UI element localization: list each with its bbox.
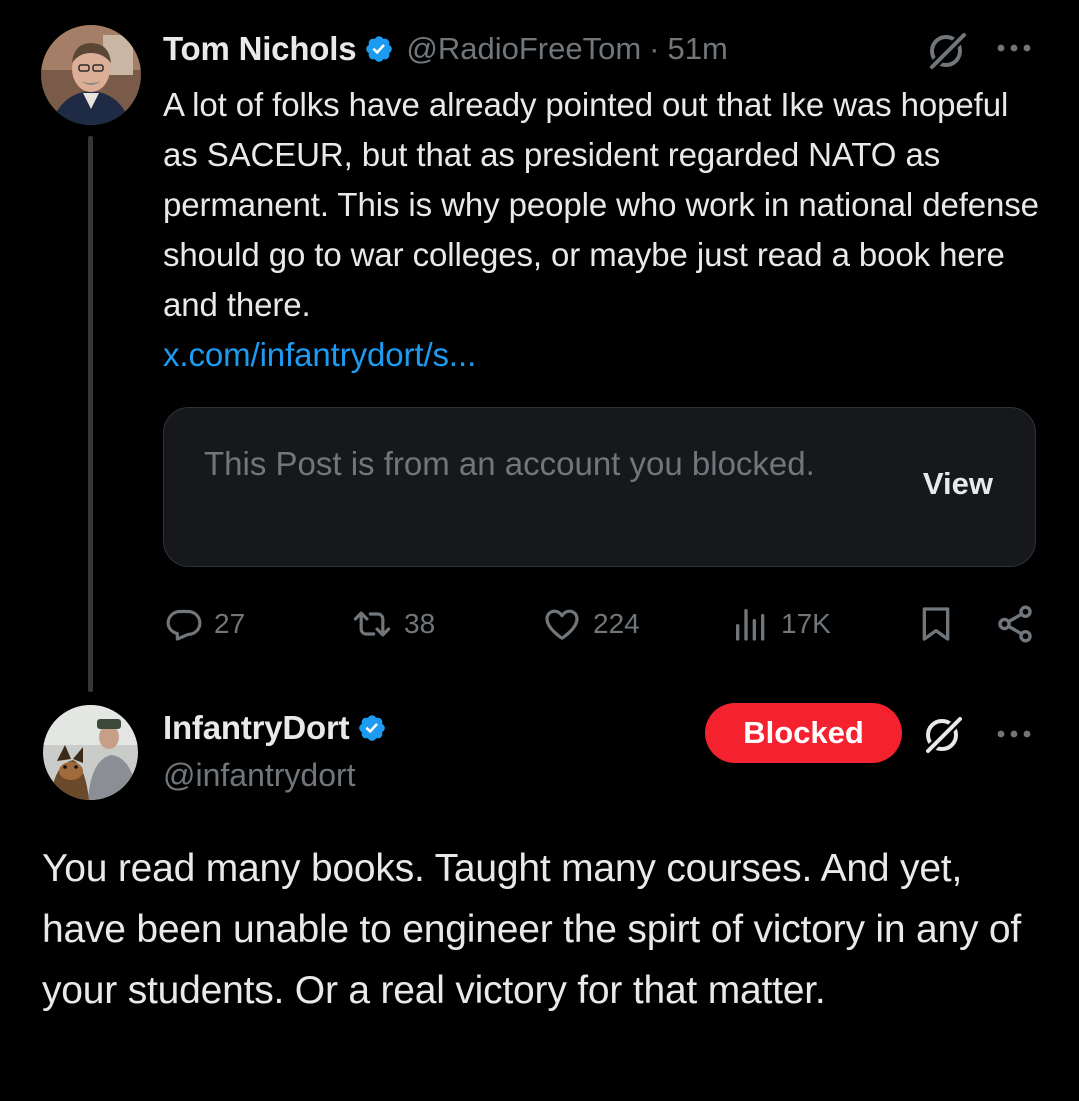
post-timestamp[interactable]: 51m xyxy=(667,31,727,67)
bookmark-icon xyxy=(916,604,956,644)
repost-count: 38 xyxy=(404,608,436,639)
post-body: A lot of folks have already pointed out … xyxy=(163,80,1043,380)
bookmark-button[interactable] xyxy=(916,600,956,648)
blocked-quote-card[interactable]: This Post is from an account you blocked… xyxy=(163,407,1036,567)
views-icon xyxy=(731,604,781,644)
like-icon xyxy=(541,604,593,644)
reply-author-avatar[interactable] xyxy=(43,705,138,800)
repost-button[interactable]: 38 xyxy=(350,600,435,648)
post-link[interactable]: x.com/infantrydort/s... xyxy=(163,330,1043,380)
repost-icon xyxy=(350,604,404,644)
grok-icon[interactable] xyxy=(922,714,964,756)
verified-badge-icon xyxy=(357,713,387,743)
more-options-icon[interactable] xyxy=(996,726,1032,742)
author-avatar[interactable] xyxy=(41,25,141,125)
time-separator: · xyxy=(649,31,660,66)
reply-button[interactable]: 27 xyxy=(164,600,245,648)
post-header: Tom Nichols @RadioFreeTom · 51m xyxy=(163,26,728,72)
thread-connector-line xyxy=(88,136,93,692)
like-button[interactable]: 224 xyxy=(541,600,640,648)
more-options-icon[interactable] xyxy=(996,40,1032,56)
views-button[interactable]: 17K xyxy=(731,600,831,648)
blocked-button[interactable]: Blocked xyxy=(705,703,902,763)
views-count: 17K xyxy=(781,608,831,639)
share-icon xyxy=(994,603,1036,645)
view-button[interactable]: View xyxy=(923,466,993,502)
share-button[interactable] xyxy=(994,600,1036,648)
reply-text: You read many books. Taught many courses… xyxy=(42,847,1022,1012)
reply-icon xyxy=(164,604,214,644)
post-text: A lot of folks have already pointed out … xyxy=(163,86,1039,323)
verified-badge-icon xyxy=(364,34,394,64)
reply-count: 27 xyxy=(214,608,246,639)
blocked-notice-text: This Post is from an account you blocked… xyxy=(204,445,815,482)
reply-author-handle[interactable]: @infantrydort xyxy=(163,757,356,794)
like-count: 224 xyxy=(593,608,640,639)
author-display-name[interactable]: Tom Nichols xyxy=(163,30,357,68)
reply-author-display-name[interactable]: InfantryDort xyxy=(163,709,350,747)
grok-icon[interactable] xyxy=(926,30,968,72)
reply-header: InfantryDort xyxy=(163,705,399,751)
author-handle[interactable]: @RadioFreeTom xyxy=(406,31,641,67)
